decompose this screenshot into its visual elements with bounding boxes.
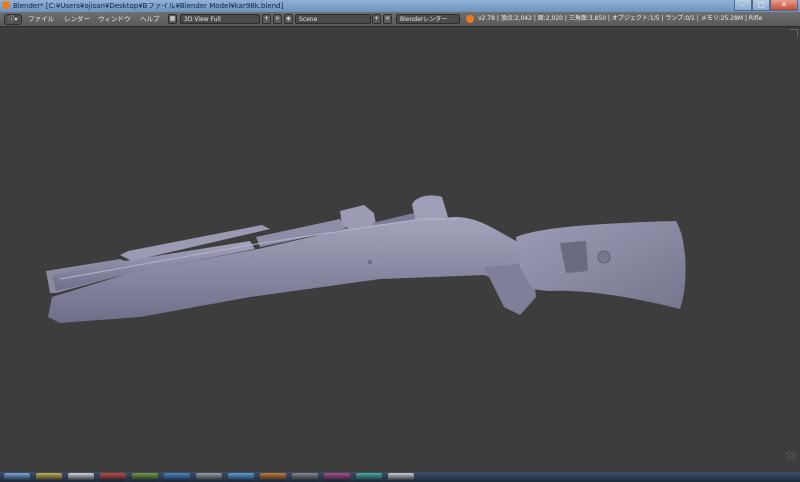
taskbar-item[interactable] — [4, 473, 30, 481]
menu-render[interactable]: レンダー — [64, 12, 90, 26]
blender-app-icon — [2, 1, 10, 9]
taskbar-item[interactable] — [100, 473, 126, 481]
menu-help[interactable]: ヘルプ — [140, 12, 160, 26]
taskbar-item[interactable] — [388, 473, 414, 481]
menu-window[interactable]: ウィンドウ — [98, 12, 131, 26]
screen-layout-icon[interactable]: ▦ — [168, 14, 177, 24]
scene-add-button[interactable]: + — [372, 14, 381, 24]
taskbar-item[interactable] — [356, 473, 382, 481]
taskbar-item[interactable] — [132, 473, 158, 481]
render-engine-select[interactable]: Blenderレンダー — [396, 14, 460, 24]
taskbar-item[interactable] — [36, 473, 62, 481]
rifle-buttstock — [516, 221, 686, 309]
taskbar-item[interactable] — [324, 473, 350, 481]
maximize-button[interactable]: □ — [752, 0, 770, 11]
os-taskbar — [0, 472, 800, 482]
scene-stats: v2.78 | 頂点:2,042 | 面:2,020 | 三角面:3,850 |… — [478, 15, 763, 22]
viewport-canvas — [46, 195, 686, 323]
taskbar-item[interactable] — [228, 473, 254, 481]
close-button[interactable]: ✕ — [770, 0, 798, 11]
rifle-screw — [368, 260, 372, 264]
editor-type-button[interactable]: ⓘ▾ — [4, 14, 22, 25]
window-titlebar: Blender* [C:¥Users¥ojisan¥Desktop¥Bファイル¥… — [0, 0, 800, 12]
info-header: ⓘ▾ ファイル レンダー ウィンドウ ヘルプ ▦ 3D View Full + … — [0, 12, 800, 27]
taskbar-item[interactable] — [292, 473, 318, 481]
scene-icon[interactable]: ◈ — [284, 14, 293, 24]
taskbar-item[interactable] — [196, 473, 222, 481]
area-split-corner-bottom-right[interactable] — [786, 451, 796, 461]
blender-logo-icon — [466, 15, 474, 23]
window-title: Blender* [C:¥Users¥ojisan¥Desktop¥Bファイル¥… — [13, 2, 284, 10]
scene-remove-button[interactable]: × — [383, 14, 392, 24]
3d-viewport[interactable] — [0, 27, 800, 465]
rifle-model[interactable] — [46, 195, 686, 323]
minimize-button[interactable]: – — [734, 0, 752, 11]
screen-add-button[interactable]: + — [262, 14, 271, 24]
taskbar-item[interactable] — [68, 473, 94, 481]
taskbar-item[interactable] — [164, 473, 190, 481]
screen-remove-button[interactable]: × — [273, 14, 282, 24]
menu-file[interactable]: ファイル — [28, 12, 54, 26]
info-editor-icon: ⓘ▾ — [8, 16, 18, 23]
window-controls: – □ ✕ — [734, 0, 798, 12]
screen-layout-field[interactable]: 3D View Full — [180, 14, 260, 24]
scene-field[interactable]: Scene — [295, 14, 371, 24]
rifle-stock-disc — [597, 250, 611, 264]
area-split-corner-top-right[interactable] — [790, 29, 798, 37]
taskbar-item[interactable] — [260, 473, 286, 481]
